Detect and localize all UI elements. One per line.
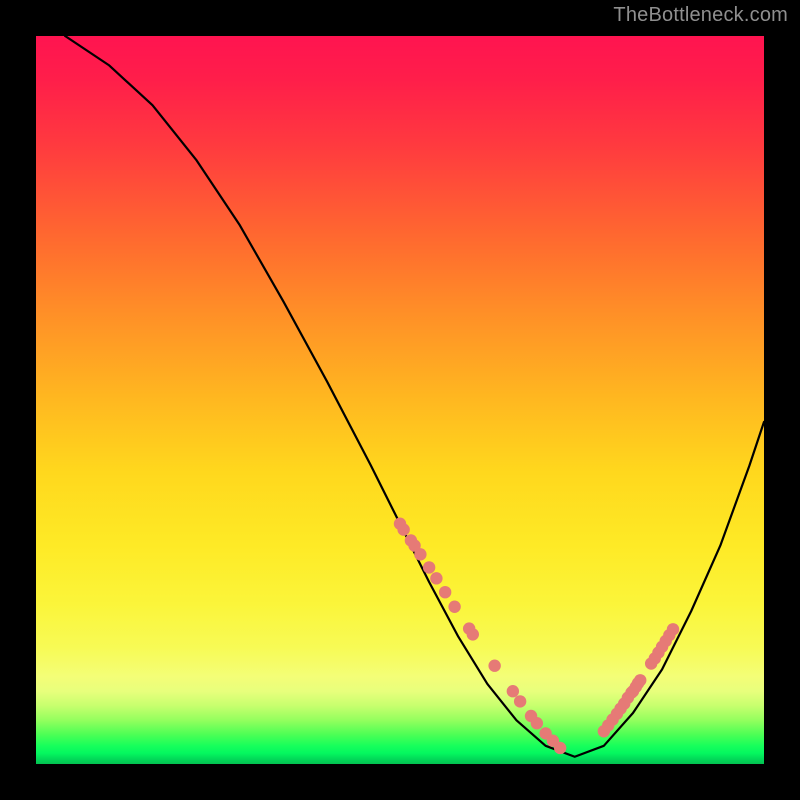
- highlight-dot: [531, 717, 543, 729]
- highlight-dot: [634, 674, 646, 686]
- highlight-dot: [507, 685, 519, 697]
- highlight-dot: [667, 623, 679, 635]
- highlight-dot: [414, 548, 426, 560]
- watermark-text: TheBottleneck.com: [613, 4, 788, 27]
- highlight-dot: [397, 523, 409, 535]
- chart-svg: [36, 36, 764, 764]
- highlight-dot: [448, 601, 460, 613]
- highlight-dot: [554, 742, 566, 754]
- plot-area: [36, 36, 764, 764]
- chart-frame: TheBottleneck.com: [0, 0, 800, 800]
- highlight-dot: [423, 561, 435, 573]
- highlight-dot: [439, 586, 451, 598]
- highlight-dot: [467, 628, 479, 640]
- highlight-dot: [514, 695, 526, 707]
- highlight-dot: [488, 660, 500, 672]
- highlight-dot: [430, 572, 442, 584]
